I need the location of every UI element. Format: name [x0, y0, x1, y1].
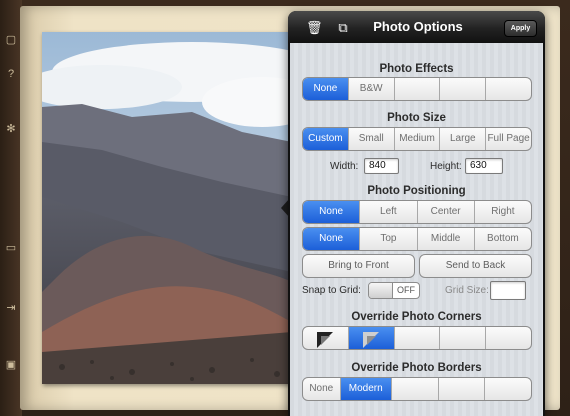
vpos-top[interactable]: Top — [359, 228, 416, 250]
popover-body: Photo Effects None B&W Photo Size Custom… — [290, 43, 543, 416]
corner-black-icon — [317, 332, 334, 348]
corner-gray-icon — [363, 332, 380, 348]
override-borders-title: Override Photo Borders — [351, 362, 482, 374]
export-icon[interactable]: ⇥ — [5, 302, 17, 314]
grid-size-field[interactable] — [490, 281, 526, 300]
corner-style-4[interactable] — [439, 327, 485, 349]
grid-size-label: Grid Size: — [445, 285, 489, 296]
vpos-none[interactable]: None — [303, 228, 360, 250]
corners-segmented — [302, 326, 532, 350]
photo-size-segmented: Custom Small Medium Large Full Page — [302, 127, 532, 151]
horizontal-position-segmented: None Left Center Right — [302, 200, 532, 224]
snap-to-grid-label: Snap to Grid: — [302, 285, 361, 296]
toggle-state: OFF — [397, 285, 415, 295]
corner-style-5[interactable] — [485, 327, 531, 349]
size-small[interactable]: Small — [347, 128, 394, 150]
effect-blank-2[interactable] — [439, 78, 485, 100]
bring-to-front-button[interactable]: Bring to Front — [302, 254, 415, 278]
toggle-knob — [369, 283, 393, 298]
corner-style-3[interactable] — [393, 327, 440, 349]
border-blank-3[interactable] — [484, 378, 531, 400]
left-toolbar: ▢ ? ✻ ▭ ⇥ ▣ — [0, 0, 22, 416]
height-label: Height: — [430, 161, 462, 172]
photo-size-title: Photo Size — [387, 112, 446, 124]
delete-icon[interactable]: ▣ — [5, 359, 17, 371]
effect-none[interactable]: None — [303, 78, 348, 100]
vpos-middle[interactable]: Middle — [416, 228, 474, 250]
send-to-back-button[interactable]: Send to Back — [419, 254, 532, 278]
size-medium[interactable]: Medium — [393, 128, 440, 150]
photo-frame[interactable] — [42, 32, 292, 384]
corner-style-2[interactable] — [347, 327, 394, 349]
hpos-center[interactable]: Center — [416, 201, 474, 223]
vpos-bottom[interactable]: Bottom — [473, 228, 531, 250]
hpos-left[interactable]: Left — [359, 201, 416, 223]
border-modern[interactable]: Modern — [339, 378, 391, 400]
photo-effects-title: Photo Effects — [379, 63, 454, 75]
photo-positioning-title: Photo Positioning — [367, 185, 466, 197]
book-spine-icon: ▢ — [5, 34, 17, 46]
effect-bw[interactable]: B&W — [347, 78, 394, 100]
trash-icon[interactable]: 🗑 — [306, 20, 323, 35]
photo-options-popover: 🗑 ⧉ Photo Options Apply Photo Effects No… — [288, 11, 545, 416]
width-label: Width: — [330, 161, 359, 172]
landscape-photo — [42, 32, 292, 384]
size-full-page[interactable]: Full Page — [485, 128, 531, 150]
border-none[interactable]: None — [303, 378, 340, 400]
border-blank-1[interactable] — [390, 378, 438, 400]
hpos-right[interactable]: Right — [473, 201, 531, 223]
border-blank-2[interactable] — [437, 378, 485, 400]
height-field[interactable]: 630 — [465, 158, 503, 174]
apply-button[interactable]: Apply — [504, 20, 537, 37]
width-field[interactable]: 840 — [364, 158, 399, 174]
snap-to-grid-toggle[interactable]: OFF — [368, 282, 420, 299]
corner-style-1[interactable] — [303, 327, 348, 349]
effect-blank-1[interactable] — [393, 78, 440, 100]
override-corners-title: Override Photo Corners — [351, 311, 482, 323]
size-large[interactable]: Large — [439, 128, 485, 150]
help-icon[interactable]: ? — [5, 68, 17, 80]
effect-blank-3[interactable] — [485, 78, 531, 100]
settings-icon[interactable]: ✻ — [5, 123, 17, 135]
vertical-position-segmented: None Top Middle Bottom — [302, 227, 532, 251]
borders-segmented: None Modern — [302, 377, 532, 401]
photo-effects-segmented: None B&W — [302, 77, 532, 101]
pages-icon[interactable]: ▭ — [5, 242, 17, 254]
popover-header: 🗑 ⧉ Photo Options Apply — [288, 11, 545, 43]
popover-title: Photo Options — [373, 19, 463, 34]
hpos-none[interactable]: None — [303, 201, 360, 223]
size-custom[interactable]: Custom — [303, 128, 348, 150]
